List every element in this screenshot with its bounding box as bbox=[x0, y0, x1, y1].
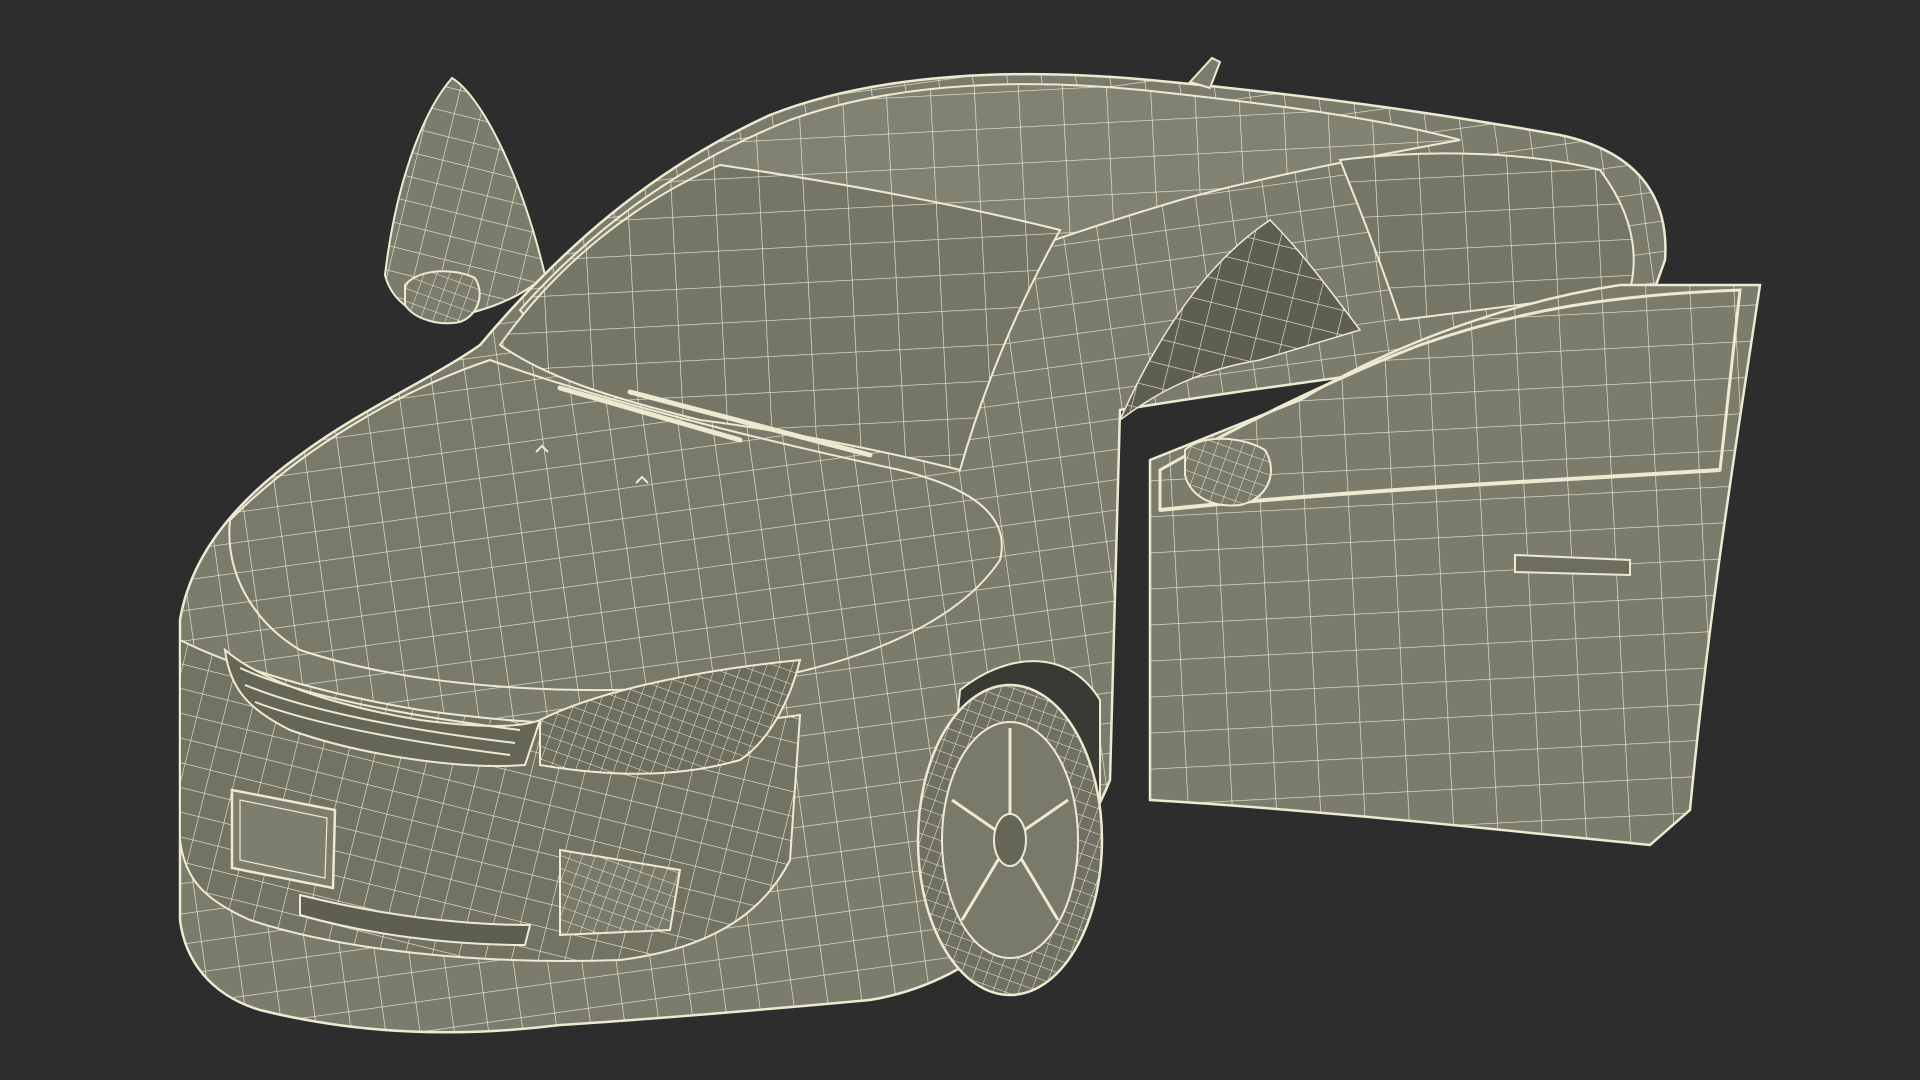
roof-antenna bbox=[1188, 56, 1222, 90]
front-wheel bbox=[916, 683, 1104, 997]
wheel-hub bbox=[993, 813, 1027, 867]
side-mirror-left bbox=[404, 270, 481, 325]
car-wireframe-render bbox=[178, 56, 1762, 1034]
render-viewport bbox=[0, 0, 1920, 1080]
